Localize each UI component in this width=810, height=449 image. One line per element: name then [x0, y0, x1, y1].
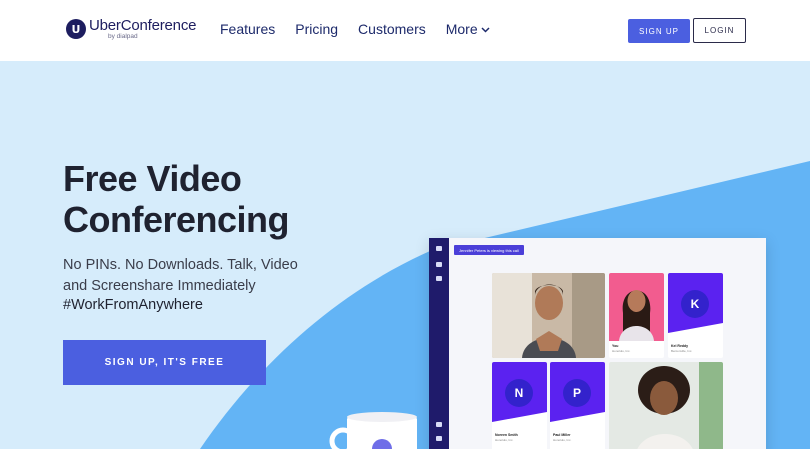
hero-hashtag: #WorkFromAnywhere — [63, 297, 203, 313]
avatar-letter-k: K — [681, 290, 709, 318]
menu-label: Pricing — [295, 21, 339, 37]
video-tile-participant-6 — [609, 362, 723, 449]
hero-signup-cta-button[interactable]: SIGN UP, IT'S FREE — [63, 340, 266, 385]
participant-photo-woman-curly — [609, 362, 723, 449]
avatar-letter-n: N — [505, 379, 533, 407]
menu-label: Customers — [358, 21, 426, 37]
menu-label: Features — [220, 21, 276, 37]
menu-label: More — [445, 21, 478, 37]
main-menu: Features Pricing Customers More — [220, 21, 510, 37]
video-tile-noreen-smith: N Noreen Smith Honolulu, Inc. — [492, 362, 547, 449]
video-tile-paul-miller: P Paul Miller Honolulu, Inc. — [550, 362, 605, 449]
video-tile-you: You Honolulu, Inc. — [609, 273, 664, 358]
hero-subtext: No PINs. No Downloads. Talk, Video and S… — [63, 257, 298, 294]
video-tile-kel-reddy: K Kel Reddy Bentonville, Inc. — [668, 273, 723, 358]
video-tile-participant-1 — [492, 273, 605, 358]
tile-location: Honolulu, Inc. — [612, 349, 631, 353]
app-mockup: Jennifer Peters is viewing this call You — [429, 238, 766, 449]
tile-location: Honolulu, Inc. — [553, 438, 572, 442]
tile-name: Noreen Smith — [495, 433, 518, 437]
top-nav: U UberConference by dialpad Features Pri… — [0, 0, 810, 61]
participant-photo-woman — [609, 273, 664, 341]
sidebar-home-icon — [436, 246, 442, 251]
menu-item-features[interactable]: Features — [220, 21, 275, 37]
nav-login-button[interactable]: LOGIN — [693, 18, 746, 43]
tile-location: Bentonville, Inc. — [671, 349, 693, 353]
tile-name: You — [612, 344, 619, 348]
tile-name: Paul Miller — [553, 433, 571, 437]
participant-photo-man — [492, 273, 605, 358]
chevron-down-icon — [481, 27, 490, 33]
tile-location: Honolulu, Inc. — [495, 438, 514, 442]
uberconference-logo[interactable]: U UberConference by dialpad — [66, 18, 196, 41]
logo-text: UberConference by dialpad — [89, 18, 196, 41]
viewing-banner: Jennifer Peters is viewing this call — [454, 245, 524, 255]
headline-line-2: Conferencing — [63, 199, 290, 240]
sidebar-chat-icon — [436, 276, 442, 281]
menu-item-customers[interactable]: Customers — [358, 21, 426, 37]
app-sidebar — [429, 238, 449, 449]
nav-signup-button[interactable]: SIGN UP — [628, 19, 690, 43]
tile-name: Kel Reddy — [671, 344, 689, 348]
headline-line-1: Free Video — [63, 158, 242, 199]
sidebar-notes-icon — [436, 422, 442, 427]
logo-subtitle: by dialpad — [108, 33, 138, 40]
coffee-mug-graphic — [329, 412, 417, 449]
logo-badge-icon: U — [66, 19, 86, 40]
logo-name: UberConference — [89, 17, 197, 34]
menu-item-more[interactable]: More — [446, 21, 490, 37]
avatar-letter-p: P — [563, 379, 591, 407]
hero-section: Free Video Conferencing No PINs. No Down… — [0, 61, 810, 449]
menu-item-pricing[interactable]: Pricing — [295, 21, 338, 37]
sidebar-screen-icon — [436, 436, 442, 441]
sidebar-people-icon — [436, 262, 442, 267]
hero-headline: Free Video Conferencing — [63, 158, 290, 240]
